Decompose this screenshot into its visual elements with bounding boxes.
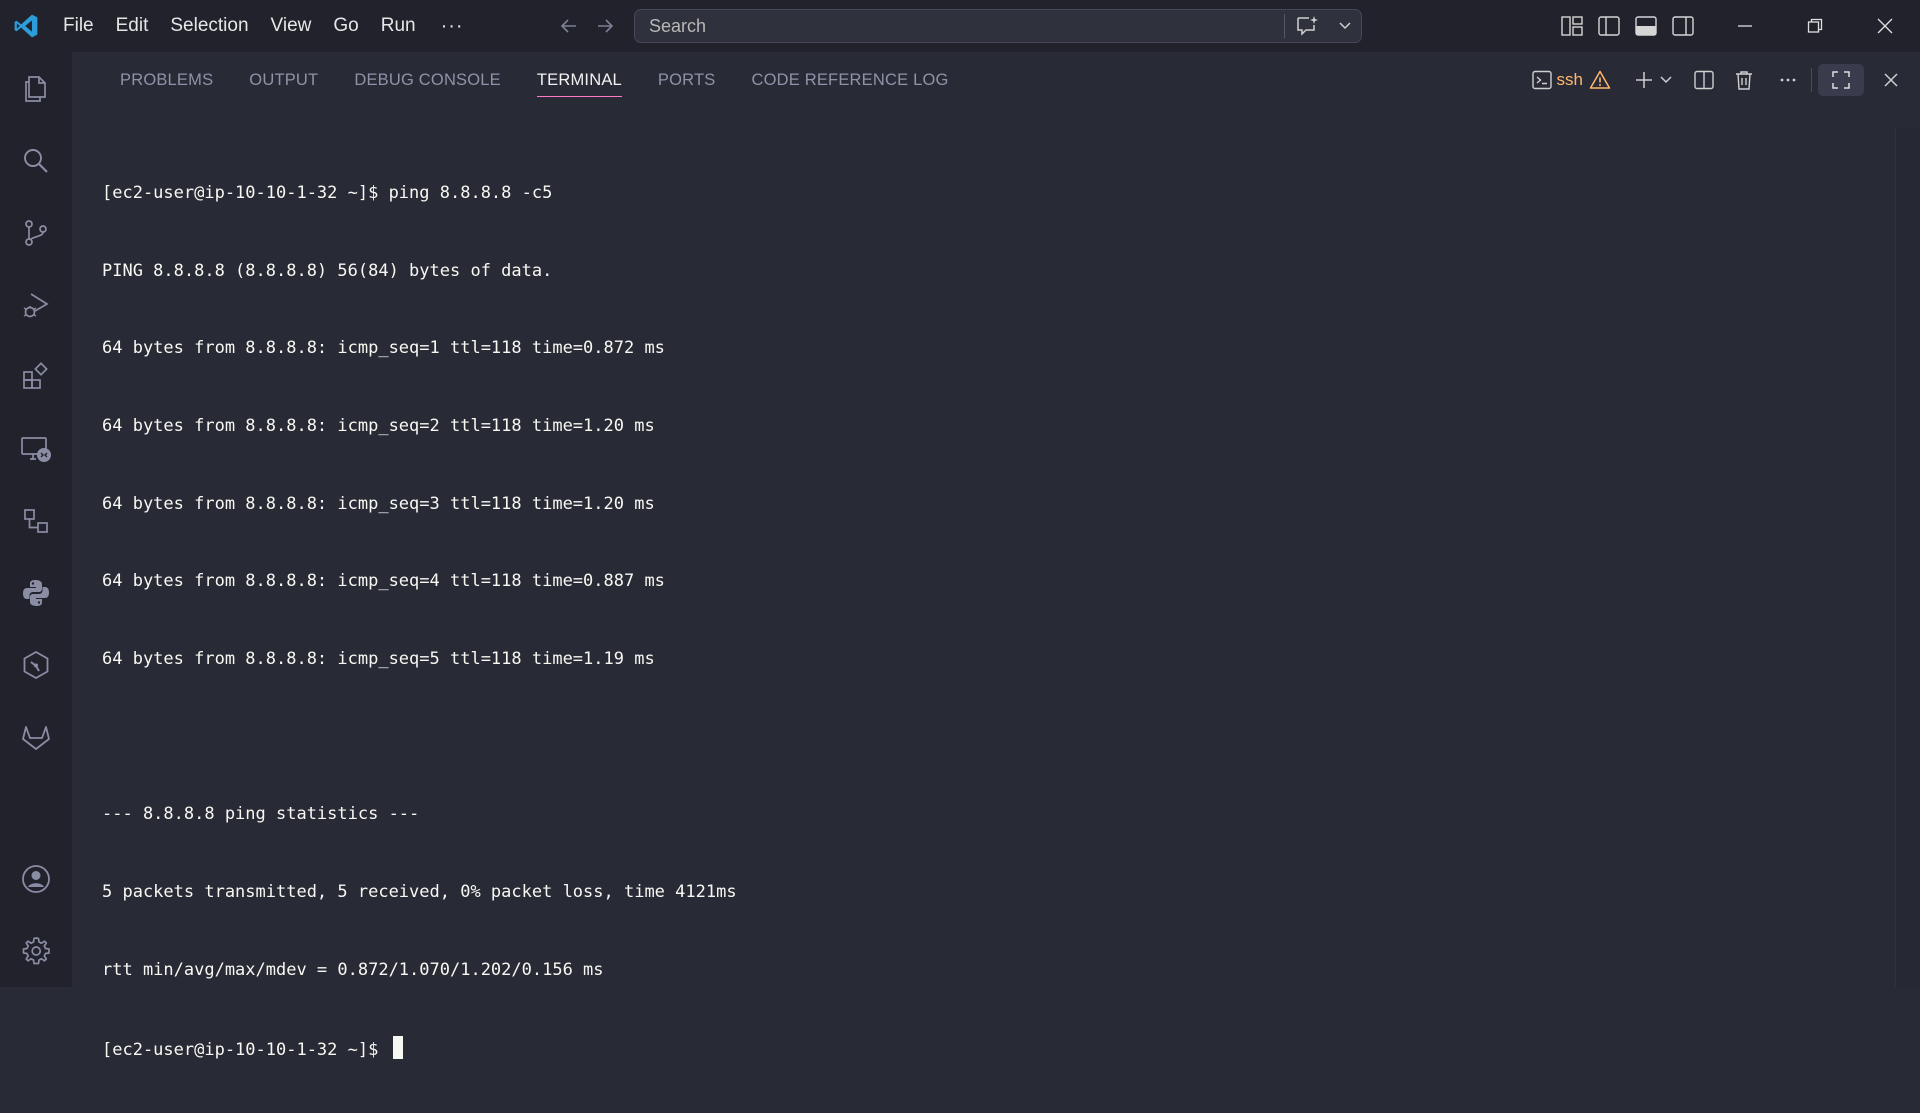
menu-run[interactable]: Run bbox=[370, 8, 427, 44]
more-actions-button[interactable] bbox=[1771, 64, 1805, 96]
tab-problems[interactable]: PROBLEMS bbox=[102, 52, 231, 108]
bottom-panel: PROBLEMS OUTPUT DEBUG CONSOLE TERMINAL P… bbox=[72, 52, 1920, 1060]
toggle-primary-sidebar-icon[interactable] bbox=[1597, 15, 1621, 37]
terminal-line: 5 packets transmitted, 5 received, 0% pa… bbox=[102, 882, 737, 903]
terminal-name: ssh bbox=[1556, 70, 1583, 89]
vscode-logo-icon bbox=[0, 0, 52, 52]
source-control-icon[interactable] bbox=[0, 205, 72, 261]
terminal-icon bbox=[1531, 69, 1553, 91]
new-terminal-button[interactable] bbox=[1627, 64, 1679, 96]
forward-arrow-icon[interactable] bbox=[594, 15, 616, 37]
customize-layout-icon[interactable] bbox=[1560, 15, 1584, 37]
tab-ports[interactable]: PORTS bbox=[640, 52, 734, 108]
terminal-line: 64 bytes from 8.8.8.8: icmp_seq=4 ttl=11… bbox=[102, 571, 665, 592]
menu-selection[interactable]: Selection bbox=[159, 8, 259, 44]
trash-icon bbox=[1733, 69, 1755, 91]
terminal-cursor bbox=[392, 1035, 403, 1059]
menu-more-button[interactable]: ··· bbox=[427, 8, 478, 44]
chevron-down-icon[interactable] bbox=[1659, 75, 1673, 85]
chevron-down-icon[interactable] bbox=[1329, 21, 1361, 31]
menu-edit[interactable]: Edit bbox=[105, 8, 160, 44]
close-window-button[interactable] bbox=[1850, 0, 1920, 52]
terminal-line: rtt min/avg/max/mdev = 0.872/1.070/1.202… bbox=[102, 959, 604, 980]
terminal-line: 64 bytes from 8.8.8.8: icmp_seq=5 ttl=11… bbox=[102, 649, 655, 670]
run-debug-icon[interactable] bbox=[0, 277, 72, 333]
warning-icon bbox=[1589, 69, 1611, 91]
window-controls bbox=[1710, 0, 1920, 52]
menu-view[interactable]: View bbox=[260, 8, 323, 44]
terminal-prompt: [ec2-user@ip-10-10-1-32 ~]$ bbox=[102, 1039, 389, 1060]
split-icon bbox=[1693, 69, 1715, 91]
terminal-line: 64 bytes from 8.8.8.8: icmp_seq=1 ttl=11… bbox=[102, 338, 665, 359]
maximize-icon bbox=[1830, 69, 1852, 91]
python-icon[interactable] bbox=[0, 565, 72, 621]
navigation-arrows bbox=[558, 15, 616, 37]
tab-output[interactable]: OUTPUT bbox=[231, 52, 336, 108]
command-center-search[interactable]: Search bbox=[634, 9, 1362, 43]
terminal-prompt-line[interactable]: [ec2-user@ip-10-10-1-32 ~]$ bbox=[102, 1035, 1920, 1062]
copilot-chat-icon[interactable] bbox=[1285, 15, 1329, 37]
accounts-icon[interactable] bbox=[0, 851, 72, 907]
terminal-scrollbar[interactable] bbox=[1895, 128, 1920, 987]
ellipsis-icon bbox=[1777, 69, 1799, 91]
minimize-button[interactable] bbox=[1710, 0, 1780, 52]
menu-bar: File Edit Selection View Go Run ··· bbox=[52, 0, 478, 52]
remote-explorer-icon[interactable] bbox=[0, 421, 72, 477]
restore-button[interactable] bbox=[1780, 0, 1850, 52]
split-terminal-button[interactable] bbox=[1687, 64, 1721, 96]
search-placeholder[interactable]: Search bbox=[649, 16, 1284, 37]
kubernetes-icon[interactable] bbox=[0, 637, 72, 693]
tab-code-reference-log[interactable]: CODE REFERENCE LOG bbox=[733, 52, 966, 108]
panel-actions: ssh bbox=[1525, 52, 1920, 108]
references-icon[interactable] bbox=[0, 493, 72, 549]
toggle-secondary-sidebar-icon[interactable] bbox=[1671, 15, 1695, 37]
menu-file[interactable]: File bbox=[52, 8, 105, 44]
explorer-icon[interactable] bbox=[0, 61, 72, 117]
terminal-line: PING 8.8.8.8 (8.8.8.8) 56(84) bytes of d… bbox=[102, 260, 553, 281]
terminal-output[interactable]: [ec2-user@ip-10-10-1-32 ~]$ ping 8.8.8.8… bbox=[102, 129, 1920, 1113]
maximize-panel-button[interactable] bbox=[1818, 64, 1864, 96]
back-arrow-icon[interactable] bbox=[558, 15, 580, 37]
tab-debug-console[interactable]: DEBUG CONSOLE bbox=[336, 52, 519, 108]
extensions-icon[interactable] bbox=[0, 349, 72, 405]
menu-go[interactable]: Go bbox=[322, 8, 369, 44]
actions-divider bbox=[1811, 68, 1812, 92]
terminal-selector[interactable]: ssh bbox=[1525, 64, 1617, 96]
tab-terminal[interactable]: TERMINAL bbox=[519, 52, 640, 108]
close-panel-button[interactable] bbox=[1876, 64, 1906, 96]
settings-gear-icon[interactable] bbox=[0, 923, 72, 979]
plus-icon bbox=[1633, 69, 1655, 91]
search-icon[interactable] bbox=[0, 133, 72, 189]
close-icon bbox=[1882, 71, 1900, 89]
close-icon bbox=[1877, 18, 1893, 34]
panel-tabs: PROBLEMS OUTPUT DEBUG CONSOLE TERMINAL P… bbox=[102, 52, 967, 108]
gitlab-icon[interactable] bbox=[0, 709, 72, 765]
terminal-line: [ec2-user@ip-10-10-1-32 ~]$ ping 8.8.8.8… bbox=[102, 182, 553, 203]
title-bar: File Edit Selection View Go Run ··· Sear… bbox=[0, 0, 1920, 52]
layout-controls bbox=[1560, 0, 1695, 52]
terminal-line: --- 8.8.8.8 ping statistics --- bbox=[102, 804, 420, 825]
activity-bar bbox=[0, 52, 72, 987]
restore-icon bbox=[1807, 18, 1823, 34]
minimize-icon bbox=[1737, 18, 1753, 34]
toggle-panel-icon[interactable] bbox=[1634, 15, 1658, 37]
terminal-line: 64 bytes from 8.8.8.8: icmp_seq=3 ttl=11… bbox=[102, 493, 655, 514]
terminal-line: 64 bytes from 8.8.8.8: icmp_seq=2 ttl=11… bbox=[102, 415, 655, 436]
kill-terminal-button[interactable] bbox=[1727, 64, 1761, 96]
